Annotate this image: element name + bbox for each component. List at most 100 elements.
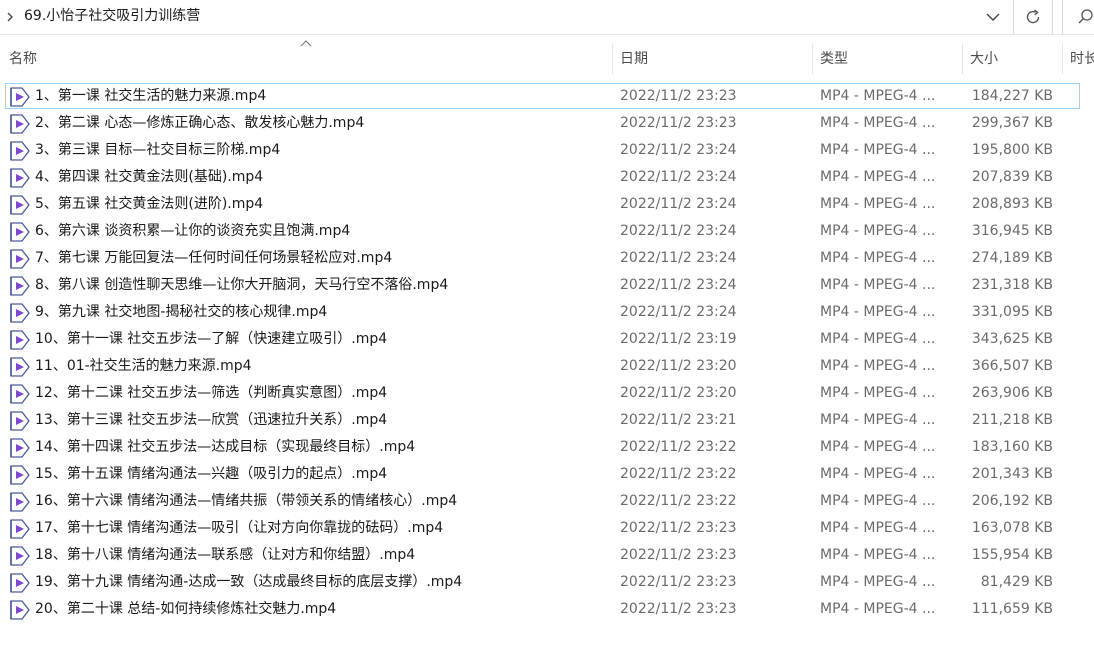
search-input[interactable] [1062, 0, 1094, 34]
file-row[interactable]: 4、第四课 社交黄金法则(基础).mp4 2022/11/2 23:24 MP4 -… [0, 164, 1094, 191]
refresh-button[interactable] [1013, 0, 1053, 34]
file-name[interactable]: 11、01-社交生活的魅力来源.mp4 [35, 353, 605, 380]
file-size: 111,659 KB [971, 601, 1053, 617]
file-row[interactable]: 17、第十七课 情绪沟通法—吸引（让对方向你靠拢的砝码）.mp4 2022/11/… [0, 515, 1094, 542]
file-date: 2022/11/2 23:24 [620, 169, 737, 185]
file-size: 366,507 KB [971, 358, 1053, 374]
video-file-icon [10, 114, 30, 134]
file-type: MP4 - MPEG-4 ... [820, 466, 936, 482]
file-row[interactable]: 13、第十三课 社交五步法—欣赏（迅速拉升关系）.mp4 2022/11/2 23… [0, 407, 1094, 434]
file-name[interactable]: 16、第十六课 情绪沟通法—情绪共振（带领关系的情绪核心）.mp4 [35, 488, 605, 515]
video-file-icon [10, 303, 30, 323]
file-name[interactable]: 19、第十九课 情绪沟通-达成一致（达成最终目标的底层支撑）.mp4 [35, 569, 605, 596]
file-row[interactable]: 1、第一课 社交生活的魅力来源.mp4 2022/11/2 23:23 MP4 - … [0, 83, 1094, 110]
file-date: 2022/11/2 23:24 [620, 250, 737, 266]
file-date: 2022/11/2 23:23 [620, 115, 737, 131]
file-name[interactable]: 5、第五课 社交黄金法则(进阶).mp4 [35, 191, 605, 218]
file-type: MP4 - MPEG-4 ... [820, 169, 936, 185]
file-size: 206,192 KB [971, 493, 1053, 509]
column-header-date[interactable]: 日期 [620, 40, 800, 78]
file-row[interactable]: 11、01-社交生活的魅力来源.mp4 2022/11/2 23:20 MP4 - … [0, 353, 1094, 380]
file-name[interactable]: 20、第二十课 总结-如何持续修炼社交魅力.mp4 [35, 596, 605, 623]
column-divider[interactable] [612, 44, 613, 74]
file-row[interactable]: 19、第十九课 情绪沟通-达成一致（达成最终目标的底层支撑）.mp4 2022/1… [0, 569, 1094, 596]
file-name[interactable]: 7、第七课 万能回复法—任何时间任何场景轻松应对.mp4 [35, 245, 605, 272]
file-row[interactable]: 15、第十五课 情绪沟通法—兴趣（吸引力的起点）.mp4 2022/11/2 23… [0, 461, 1094, 488]
file-date: 2022/11/2 23:23 [620, 547, 737, 563]
file-type: MP4 - MPEG-4 ... [820, 196, 936, 212]
file-row[interactable]: 5、第五课 社交黄金法则(进阶).mp4 2022/11/2 23:24 MP4 -… [0, 191, 1094, 218]
chevron-down-icon[interactable] [984, 8, 1002, 26]
file-name[interactable]: 3、第三课 目标—社交目标三阶梯.mp4 [35, 137, 605, 164]
file-row[interactable]: 3、第三课 目标—社交目标三阶梯.mp4 2022/11/2 23:24 MP4 -… [0, 137, 1094, 164]
file-row[interactable]: 20、第二十课 总结-如何持续修炼社交魅力.mp4 2022/11/2 23:23… [0, 596, 1094, 623]
file-type: MP4 - MPEG-4 ... [820, 88, 936, 104]
video-file-icon [10, 357, 30, 377]
chevron-right-icon[interactable] [4, 8, 16, 26]
file-size: 274,189 KB [971, 250, 1053, 266]
file-row[interactable]: 2、第二课 心态—修炼正确心态、散发核心魅力.mp4 2022/11/2 23:2… [0, 110, 1094, 137]
file-row[interactable]: 9、第九课 社交地图-揭秘社交的核心规律.mp4 2022/11/2 23:24 M… [0, 299, 1094, 326]
file-size: 299,367 KB [971, 115, 1053, 131]
file-name[interactable]: 9、第九课 社交地图-揭秘社交的核心规律.mp4 [35, 299, 605, 326]
file-type: MP4 - MPEG-4 ... [820, 439, 936, 455]
file-type: MP4 - MPEG-4 ... [820, 142, 936, 158]
file-row[interactable]: 14、第十四课 社交五步法—达成目标（实现最终目标）.mp4 2022/11/2 … [0, 434, 1094, 461]
video-file-icon [10, 87, 30, 107]
file-name[interactable]: 4、第四课 社交黄金法则(基础).mp4 [35, 164, 605, 191]
column-header-duration[interactable]: 时长 [1070, 40, 1094, 78]
file-name[interactable]: 10、第十一课 社交五步法—了解（快速建立吸引）.mp4 [35, 326, 605, 353]
file-name[interactable]: 13、第十三课 社交五步法—欣赏（迅速拉升关系）.mp4 [35, 407, 605, 434]
address-bar: 69.小怡子社交吸引力训练营 [0, 0, 1094, 35]
file-date: 2022/11/2 23:22 [620, 493, 737, 509]
file-name[interactable]: 17、第十七课 情绪沟通法—吸引（让对方向你靠拢的砝码）.mp4 [35, 515, 605, 542]
file-name[interactable]: 6、第六课 谈资积累—让你的谈资充实且饱满.mp4 [35, 218, 605, 245]
column-divider[interactable] [1062, 44, 1063, 74]
file-name[interactable]: 12、第十二课 社交五步法—筛选（判断真实意图）.mp4 [35, 380, 605, 407]
file-row[interactable]: 18、第十八课 情绪沟通法—联系感（让对方和你结盟）.mp4 2022/11/2 … [0, 542, 1094, 569]
file-name[interactable]: 18、第十八课 情绪沟通法—联系感（让对方和你结盟）.mp4 [35, 542, 605, 569]
file-row[interactable]: 8、第八课 创造性聊天思维—让你大开脑洞，天马行空不落俗.mp4 2022/11/… [0, 272, 1094, 299]
video-file-icon [10, 411, 30, 431]
video-file-icon [10, 492, 30, 512]
file-name[interactable]: 15、第十五课 情绪沟通法—兴趣（吸引力的起点）.mp4 [35, 461, 605, 488]
file-name[interactable]: 2、第二课 心态—修炼正确心态、散发核心魅力.mp4 [35, 110, 605, 137]
address-path[interactable]: 69.小怡子社交吸引力训练营 [24, 7, 200, 25]
video-file-icon [10, 438, 30, 458]
file-date: 2022/11/2 23:19 [620, 331, 737, 347]
file-date: 2022/11/2 23:22 [620, 439, 737, 455]
file-date: 2022/11/2 23:23 [620, 601, 737, 617]
file-type: MP4 - MPEG-4 ... [820, 385, 936, 401]
file-date: 2022/11/2 23:22 [620, 466, 737, 482]
file-row[interactable]: 6、第六课 谈资积累—让你的谈资充实且饱满.mp4 2022/11/2 23:24… [0, 218, 1094, 245]
column-header-size[interactable]: 大小 [970, 40, 1050, 78]
file-row[interactable]: 12、第十二课 社交五步法—筛选（判断真实意图）.mp4 2022/11/2 23… [0, 380, 1094, 407]
column-header-type[interactable]: 类型 [820, 40, 950, 78]
video-file-icon [10, 168, 30, 188]
column-divider[interactable] [962, 44, 963, 74]
video-file-icon [10, 600, 30, 620]
file-date: 2022/11/2 23:20 [620, 385, 737, 401]
file-size: 81,429 KB [980, 574, 1053, 590]
file-row[interactable]: 10、第十一课 社交五步法—了解（快速建立吸引）.mp4 2022/11/2 23… [0, 326, 1094, 353]
search-icon [1078, 9, 1093, 24]
file-name[interactable]: 1、第一课 社交生活的魅力来源.mp4 [35, 83, 605, 110]
file-type: MP4 - MPEG-4 ... [820, 331, 936, 347]
file-row[interactable]: 16、第十六课 情绪沟通法—情绪共振（带领关系的情绪核心）.mp4 2022/11… [0, 488, 1094, 515]
file-row[interactable]: 7、第七课 万能回复法—任何时间任何场景轻松应对.mp4 2022/11/2 23… [0, 245, 1094, 272]
file-date: 2022/11/2 23:23 [620, 574, 737, 590]
video-file-icon [10, 276, 30, 296]
video-file-icon [10, 330, 30, 350]
column-divider[interactable] [812, 44, 813, 74]
file-date: 2022/11/2 23:24 [620, 196, 737, 212]
video-file-icon [10, 141, 30, 161]
file-name[interactable]: 8、第八课 创造性聊天思维—让你大开脑洞，天马行空不落俗.mp4 [35, 272, 605, 299]
refresh-icon [1026, 9, 1040, 24]
file-size: 184,227 KB [971, 88, 1053, 104]
column-header-row: 名称 日期 类型 大小 时长 [0, 40, 1094, 78]
file-type: MP4 - MPEG-4 ... [820, 601, 936, 617]
file-name[interactable]: 14、第十四课 社交五步法—达成目标（实现最终目标）.mp4 [35, 434, 605, 461]
file-type: MP4 - MPEG-4 ... [820, 277, 936, 293]
video-file-icon [10, 546, 30, 566]
file-size: 155,954 KB [971, 547, 1053, 563]
